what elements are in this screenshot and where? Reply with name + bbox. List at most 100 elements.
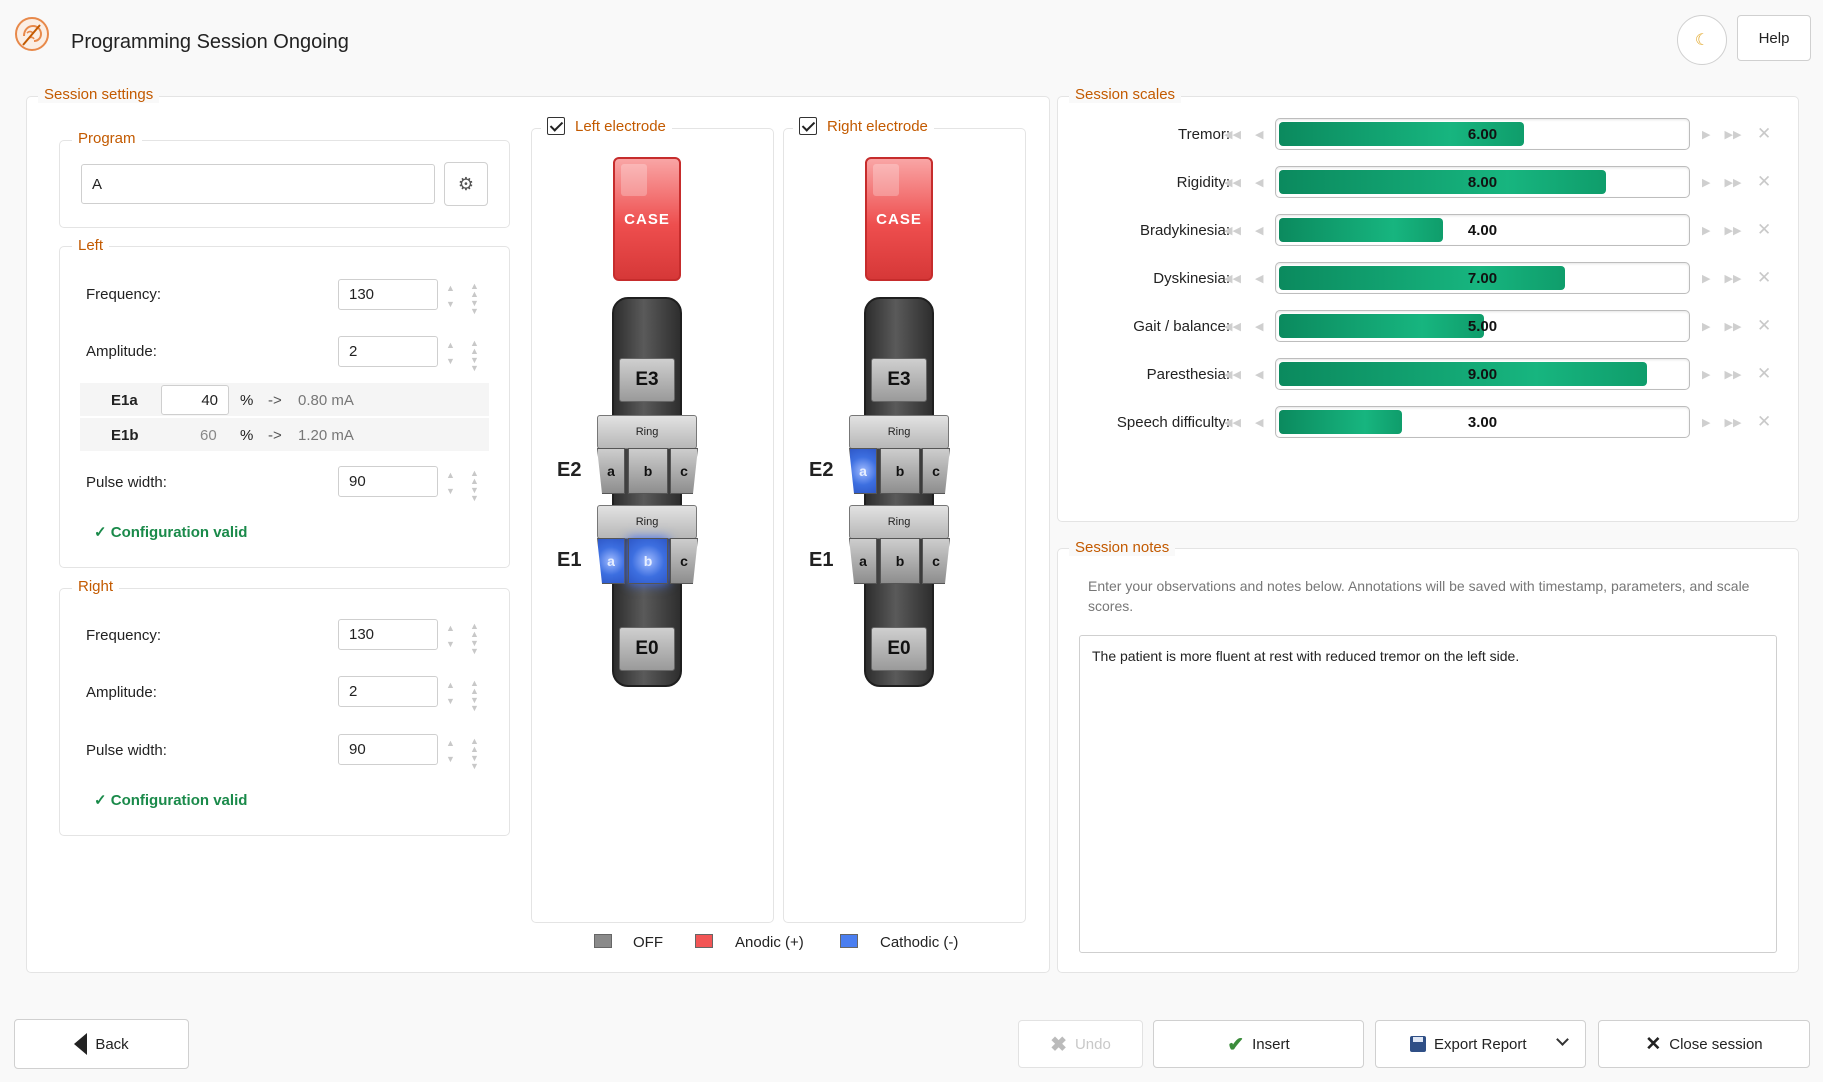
program-input[interactable]: A <box>81 164 435 204</box>
scale-label: Speech difficulty: <box>1116 414 1230 431</box>
export-report-button[interactable]: Export Report <box>1375 1020 1586 1068</box>
contact-percent-input[interactable]: 40 <box>161 385 229 415</box>
left-electrode-checkbox[interactable] <box>547 117 565 135</box>
scale-value: 8.00 <box>1467 173 1498 191</box>
left-contact-e0[interactable]: E0 <box>619 627 675 671</box>
right-amplitude-spinner[interactable]: ▲ ▼ ▲ ▲ ▼ ▼ <box>444 679 484 713</box>
theme-toggle-button[interactable]: ☾ <box>1677 15 1727 65</box>
right-contact-e3[interactable]: E3 <box>871 358 927 402</box>
scale-clear-icon[interactable]: ✕ <box>1757 220 1771 240</box>
close-session-button[interactable]: ✕ Close session <box>1598 1020 1810 1068</box>
gear-icon: ⚙ <box>457 173 475 194</box>
right-e1b-segment[interactable]: b <box>880 538 920 584</box>
scale-increase-buttons[interactable]: ▶ ▶▶ <box>1702 416 1741 429</box>
right-e2b-segment[interactable]: b <box>880 448 920 494</box>
scale-bar[interactable]: 9.00 <box>1275 358 1690 390</box>
right-frequency-input[interactable]: 130 <box>338 619 438 650</box>
scale-label: Bradykinesia: <box>1139 222 1230 239</box>
scale-decrease-buttons[interactable]: ◀◀ ◀ <box>1224 320 1263 333</box>
notes-textarea[interactable]: The patient is more fluent at rest with … <box>1079 635 1777 953</box>
scale-bar[interactable]: 5.00 <box>1275 310 1690 342</box>
scale-decrease-buttons[interactable]: ◀◀ ◀ <box>1224 416 1263 429</box>
scale-clear-icon[interactable]: ✕ <box>1757 316 1771 336</box>
scale-clear-icon[interactable]: ✕ <box>1757 268 1771 288</box>
legend-off-label: OFF <box>633 934 663 951</box>
right-electrode-header: Right electrode <box>793 117 934 135</box>
scale-decrease-buttons[interactable]: ◀◀ ◀ <box>1224 368 1263 381</box>
scale-value: 9.00 <box>1467 365 1498 383</box>
scale-label: Tremor: <box>1178 126 1230 143</box>
scale-increase-buttons[interactable]: ▶ ▶▶ <box>1702 224 1741 237</box>
chevron-down-icon[interactable] <box>1556 1033 1569 1046</box>
scale-clear-icon[interactable]: ✕ <box>1757 364 1771 384</box>
left-pulse-width-input[interactable]: 90 <box>338 466 438 497</box>
right-case[interactable]: CASE <box>865 157 933 281</box>
right-e1-ring[interactable]: Ring <box>849 505 949 539</box>
back-button[interactable]: Back <box>14 1019 189 1069</box>
scale-decrease-buttons[interactable]: ◀◀ ◀ <box>1224 128 1263 141</box>
undo-button[interactable]: ✖ Undo <box>1018 1020 1143 1068</box>
page-title: Programming Session Ongoing <box>71 31 349 53</box>
left-frequency-input[interactable]: 130 <box>338 279 438 310</box>
scale-decrease-buttons[interactable]: ◀◀ ◀ <box>1224 272 1263 285</box>
left-e1-label: E1 <box>557 549 582 571</box>
left-e2b-segment[interactable]: b <box>628 448 668 494</box>
right-contact-e0[interactable]: E0 <box>871 627 927 671</box>
legend-cathodic-swatch <box>840 934 858 948</box>
right-frequency-label: Frequency: <box>86 627 162 644</box>
program-title: Program <box>72 130 142 147</box>
contact-row-e1a <box>80 383 489 416</box>
scale-increase-buttons[interactable]: ▶ ▶▶ <box>1702 128 1741 141</box>
scale-decrease-buttons[interactable]: ◀◀ ◀ <box>1224 176 1263 189</box>
scale-value: 3.00 <box>1467 413 1498 431</box>
right-frequency-spinner[interactable]: ▲ ▼ ▲ ▲ ▼ ▼ <box>444 622 484 656</box>
left-pulse-width-spinner[interactable]: ▲ ▼ ▲ ▲ ▼ ▼ <box>444 469 484 503</box>
session-scales-title: Session scales <box>1069 86 1182 103</box>
scale-increase-buttons[interactable]: ▶ ▶▶ <box>1702 272 1741 285</box>
scale-clear-icon[interactable]: ✕ <box>1757 412 1771 432</box>
export-label: Export Report <box>1434 1035 1527 1053</box>
left-e2-ring[interactable]: Ring <box>597 415 697 449</box>
left-frequency-spinner[interactable]: ▲ ▼ ▲ ▲ ▼ ▼ <box>444 282 484 316</box>
left-amplitude-input[interactable]: 2 <box>338 336 438 367</box>
insert-button[interactable]: ✔ Insert <box>1153 1020 1364 1068</box>
left-amplitude-spinner[interactable]: ▲ ▼ ▲ ▲ ▼ ▼ <box>444 339 484 373</box>
scale-label: Rigidity: <box>1176 174 1230 191</box>
scale-label: Dyskinesia: <box>1153 270 1230 287</box>
scale-clear-icon[interactable]: ✕ <box>1757 124 1771 144</box>
right-pulse-width-spinner[interactable]: ▲ ▼ ▲ ▲ ▼ ▼ <box>444 737 484 771</box>
scale-decrease-buttons[interactable]: ◀◀ ◀ <box>1224 224 1263 237</box>
notes-hint: Enter your observations and notes below.… <box>1088 578 1750 614</box>
left-electrode-header: Left electrode <box>541 117 672 135</box>
help-button[interactable]: Help <box>1737 15 1811 61</box>
save-disk-icon <box>1410 1036 1426 1052</box>
left-e1-ring[interactable]: Ring <box>597 505 697 539</box>
legend-cathodic-label: Cathodic (-) <box>880 934 959 951</box>
app-logo <box>14 16 50 52</box>
scale-bar[interactable]: 8.00 <box>1275 166 1690 198</box>
scale-bar[interactable]: 7.00 <box>1275 262 1690 294</box>
scale-value: 4.00 <box>1467 221 1498 239</box>
left-case[interactable]: CASE <box>613 157 681 281</box>
session-notes-title: Session notes <box>1069 539 1176 556</box>
scale-bar[interactable]: 3.00 <box>1275 406 1690 438</box>
back-arrow-icon <box>74 1033 88 1055</box>
left-e1b-segment[interactable]: b <box>628 538 668 584</box>
scale-increase-buttons[interactable]: ▶ ▶▶ <box>1702 320 1741 333</box>
right-pulse-width-input[interactable]: 90 <box>338 734 438 765</box>
left-contact-e3[interactable]: E3 <box>619 358 675 402</box>
left-frequency-label: Frequency: <box>86 286 162 303</box>
program-settings-button[interactable]: ⚙ <box>444 162 488 206</box>
left-title: Left <box>72 237 110 254</box>
scale-clear-icon[interactable]: ✕ <box>1757 172 1771 192</box>
legend-anodic-swatch <box>695 934 713 948</box>
scale-bar[interactable]: 6.00 <box>1275 118 1690 150</box>
right-electrode-checkbox[interactable] <box>799 117 817 135</box>
check-icon: ✔ <box>1227 1033 1245 1056</box>
right-e2-ring[interactable]: Ring <box>849 415 949 449</box>
right-amplitude-input[interactable]: 2 <box>338 676 438 707</box>
right-config-status: ✓ Configuration valid <box>94 792 248 809</box>
scale-increase-buttons[interactable]: ▶ ▶▶ <box>1702 368 1741 381</box>
scale-increase-buttons[interactable]: ▶ ▶▶ <box>1702 176 1741 189</box>
scale-bar[interactable]: 4.00 <box>1275 214 1690 246</box>
